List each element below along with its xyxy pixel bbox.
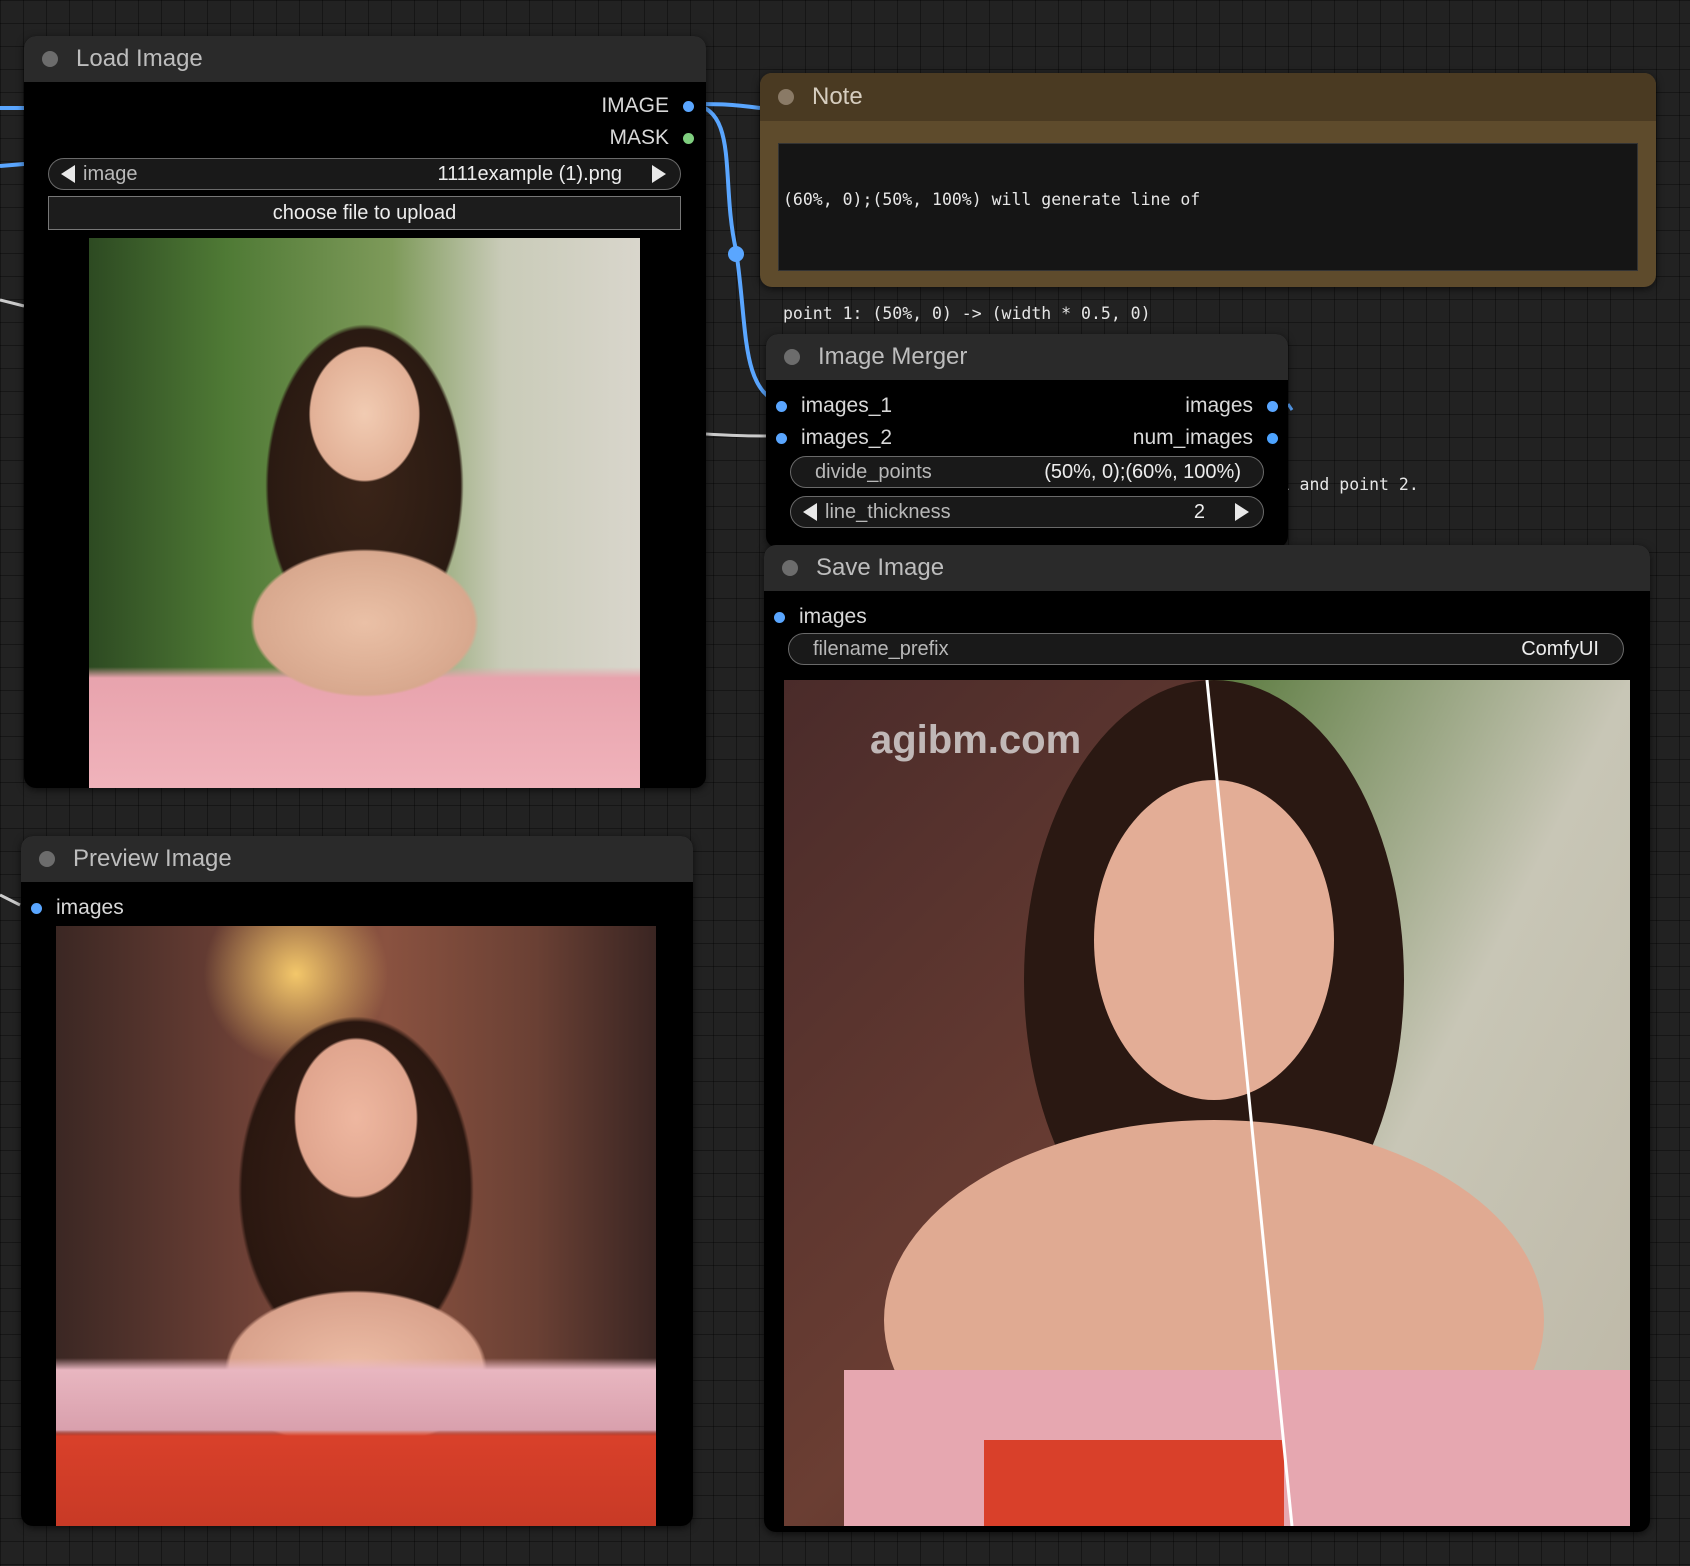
- widget-value: 1111example (1).png: [437, 162, 622, 185]
- widget-value: (50%, 0);(60%, 100%): [1044, 460, 1241, 483]
- input-dot-icon[interactable]: [774, 611, 785, 623]
- widget-value: ComfyUI: [1521, 637, 1599, 660]
- input-dot-icon[interactable]: [776, 432, 787, 444]
- collapse-dot-icon[interactable]: [778, 89, 794, 105]
- increment-arrow-icon[interactable]: [652, 165, 666, 183]
- red-top-shape: [984, 1440, 1284, 1526]
- input-images-1[interactable]: images_1: [776, 394, 892, 418]
- node-title: Image Merger: [818, 343, 968, 370]
- image-merger-header[interactable]: Image Merger: [766, 334, 1288, 380]
- widget-label: line_thickness: [825, 500, 951, 523]
- load-image-header[interactable]: Load Image: [24, 36, 706, 82]
- input-images[interactable]: images: [31, 896, 124, 920]
- link-reroute-dot: [728, 246, 744, 262]
- loaded-image-preview: [89, 238, 640, 788]
- input-label: images_2: [801, 426, 893, 449]
- collapse-dot-icon[interactable]: [784, 349, 800, 365]
- output-dot-icon[interactable]: [683, 100, 694, 112]
- upload-button[interactable]: choose file to upload: [48, 196, 681, 230]
- link-edge-left-3: [0, 298, 25, 308]
- input-images-2[interactable]: images_2: [776, 426, 892, 450]
- filename-prefix-widget[interactable]: filename_prefix ComfyUI: [788, 633, 1624, 665]
- line-thickness-widget[interactable]: line_thickness 2: [790, 496, 1264, 528]
- preview-image-output: [56, 926, 656, 1526]
- input-dot-icon[interactable]: [776, 400, 787, 412]
- divide-points-widget[interactable]: divide_points (50%, 0);(60%, 100%): [790, 456, 1264, 488]
- link-edge-left-2: [0, 162, 25, 168]
- node-title: Note: [812, 83, 863, 110]
- image-merger-node[interactable]: Image Merger images_1 images_2 images nu…: [766, 334, 1288, 548]
- output-dot-icon[interactable]: [683, 132, 694, 144]
- output-label: images: [1185, 394, 1253, 417]
- node-title: Load Image: [76, 45, 203, 72]
- collapse-dot-icon[interactable]: [782, 560, 798, 576]
- input-label: images: [56, 896, 124, 919]
- node-title: Save Image: [816, 554, 945, 581]
- link-edge-left-4: [0, 893, 21, 907]
- input-label: images_1: [801, 394, 893, 417]
- output-image[interactable]: IMAGE: [601, 94, 694, 118]
- collapse-dot-icon[interactable]: [42, 51, 58, 67]
- input-label: images: [799, 605, 867, 628]
- increment-arrow-icon[interactable]: [1235, 503, 1249, 521]
- merged-image-output: agibm.com: [784, 680, 1630, 1526]
- output-mask[interactable]: MASK: [609, 126, 694, 150]
- image-combo-widget[interactable]: image 1111example (1).png: [48, 158, 681, 190]
- input-dot-icon[interactable]: [31, 902, 42, 914]
- note-line: (60%, 0);(50%, 100%) will generate line …: [783, 190, 1201, 209]
- note-header[interactable]: Note: [760, 73, 1656, 121]
- save-image-node[interactable]: Save Image images filename_prefix ComfyU…: [764, 545, 1650, 1532]
- decrement-arrow-icon[interactable]: [803, 503, 817, 521]
- output-label: MASK: [609, 126, 669, 149]
- output-label: IMAGE: [601, 94, 669, 117]
- collapse-dot-icon[interactable]: [39, 851, 55, 867]
- input-images[interactable]: images: [774, 605, 867, 629]
- output-label: num_images: [1132, 426, 1253, 449]
- load-image-node[interactable]: Load Image IMAGE MASK image 1111example …: [24, 36, 706, 788]
- output-dot-icon[interactable]: [1267, 432, 1278, 444]
- note-node[interactable]: Note (60%, 0);(50%, 100%) will generate …: [760, 73, 1656, 494]
- preview-image-node[interactable]: Preview Image images: [21, 836, 693, 1526]
- note-line: point 1: (50%, 0) -> (width * 0.5, 0): [783, 304, 1151, 323]
- widget-label: filename_prefix: [813, 637, 949, 660]
- note-textarea[interactable]: (60%, 0);(50%, 100%) will generate line …: [778, 143, 1638, 494]
- watermark-text: agibm.com: [870, 718, 1082, 762]
- widget-label: image: [83, 162, 138, 185]
- decrement-arrow-icon[interactable]: [61, 165, 75, 183]
- node-title: Preview Image: [73, 845, 232, 872]
- output-dot-icon[interactable]: [1267, 400, 1278, 412]
- merged-image-svg: [784, 680, 1630, 1526]
- preview-image-header[interactable]: Preview Image: [21, 836, 693, 882]
- output-images[interactable]: images: [1185, 394, 1278, 418]
- widget-value: 2: [1193, 500, 1205, 523]
- output-num-images[interactable]: num_images: [1133, 426, 1278, 450]
- face-shape: [1094, 780, 1334, 1100]
- widget-label: divide_points: [815, 460, 932, 483]
- save-image-header[interactable]: Save Image: [764, 545, 1650, 591]
